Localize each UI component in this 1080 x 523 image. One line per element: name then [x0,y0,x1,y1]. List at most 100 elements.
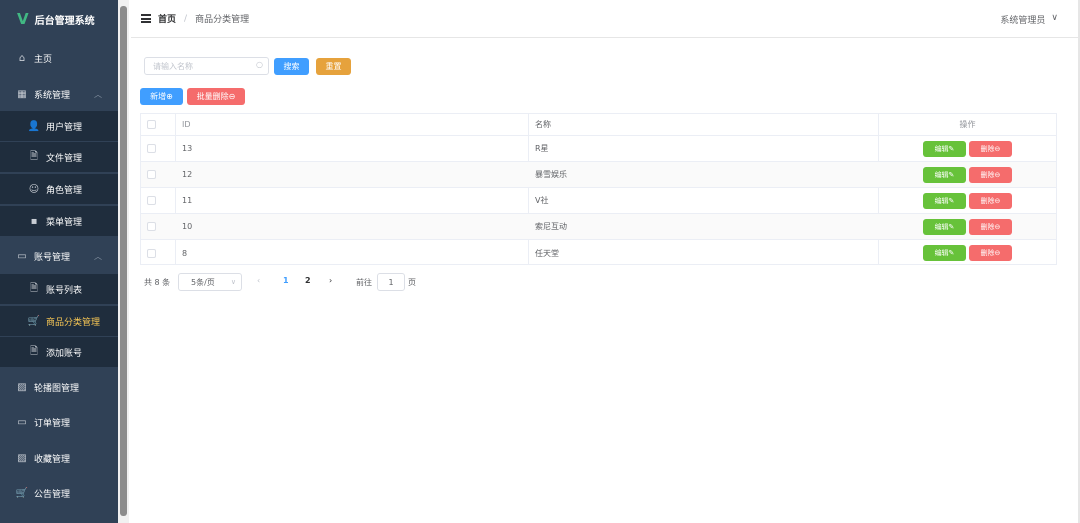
search-field[interactable]: ○ [144,57,269,75]
sidebar-item-label: 收藏管理 [34,454,71,465]
chevron-up-icon: ︿ [94,251,102,261]
header-ops: 操作 [959,120,976,129]
cell-name: R星 [535,144,549,153]
cell-id: 13 [182,144,193,153]
page-1-button[interactable]: 1 [283,276,289,285]
app-logo[interactable]: V 后台管理系统 [0,0,118,38]
sidebar-item-label: 订单管理 [34,418,71,429]
page-size-select[interactable]: 5条/页 ∨ [178,273,242,291]
table-row: 13 R星 编辑✎ 删除⊖ [141,136,1056,162]
add-document-icon: 🗎 [29,345,39,357]
sidebar-item-label: 账号管理 [34,252,71,263]
breadcrumb-current: 商品分类管理 [195,15,250,25]
chevron-down-icon: ∨ [1051,13,1058,23]
cell-id: 12 [182,170,193,179]
sidebar-item-label: 商品分类管理 [46,317,101,328]
row-checkbox[interactable] [147,144,156,153]
delete-button[interactable]: 删除⊖ [969,140,1012,157]
table-row: 12 暴雪娱乐 编辑✎ 删除⊖ [141,162,1056,188]
sidebar-item-notices[interactable]: 🛒 公告管理 [0,478,118,508]
sidebar-item-label: 添加账号 [46,348,83,359]
search-icon: ○ [256,60,263,69]
cell-name: V社 [535,196,549,205]
goto-page-input[interactable] [377,273,405,291]
bag-icon: ▭ [17,416,27,428]
select-all-checkbox[interactable] [147,120,156,129]
sidebar-item-home[interactable]: ⌂ 主页 [0,43,118,73]
cart-icon: 🛒 [15,487,29,499]
cell-name: 任天堂 [535,248,559,258]
sidebar-item-label: 文件管理 [46,153,83,164]
sidebar-item-roles[interactable]: ☺ 角色管理 [0,174,118,204]
sidebar-item-carousel[interactable]: ▨ 轮播图管理 [0,372,118,402]
cell-id: 10 [182,222,193,231]
category-table: ID 名称 操作 13 R星 编辑✎ 删除⊖ 12 暴雪娱乐 编辑✎ 删除⊖ 1… [140,113,1057,265]
edit-button[interactable]: 编辑✎ [923,218,966,235]
page-2-button[interactable]: 2 [305,276,311,285]
sidebar-item-system[interactable]: ▦ 系统管理 ︿ [0,79,118,109]
briefcase-icon: ▭ [17,250,27,262]
cell-name: 索尼互动 [535,222,567,231]
sidebar-item-orders[interactable]: ▭ 订单管理 [0,407,118,437]
chevron-down-icon: ∨ [230,278,236,286]
sidebar-scrollbar[interactable] [118,0,129,523]
grid-icon: ▦ [17,88,27,100]
list-icon: 🗎 [29,282,39,294]
delete-button[interactable]: 删除⊖ [969,192,1012,209]
document-icon: 🗎 [29,150,39,162]
breadcrumb: 首页 / 商品分类管理 [158,12,250,26]
sidebar-item-label: 系统管理 [34,90,71,101]
home-icon: ⌂ [18,52,26,64]
user-icon: 👤 [27,120,41,132]
sidebar-item-label: 公告管理 [34,489,71,500]
edit-button[interactable]: 编辑✎ [923,166,966,183]
batch-delete-button[interactable]: 批量删除⊖ [187,88,245,105]
cell-id: 11 [182,196,193,205]
goto-label: 前往 [356,278,372,287]
user-name: 系统管理员 [1000,16,1046,26]
sidebar-item-favorites[interactable]: ▨ 收藏管理 [0,443,118,473]
app-title: 后台管理系统 [34,15,95,27]
row-checkbox[interactable] [147,222,156,231]
row-checkbox[interactable] [147,248,156,258]
cart-icon: 🛒 [27,315,41,327]
sidebar-item-label: 账号列表 [46,285,83,296]
row-checkbox[interactable] [147,196,156,205]
user-dropdown[interactable]: 系统管理员 ∨ [1000,13,1058,26]
delete-button[interactable]: 删除⊖ [969,218,1012,235]
pagination-total: 共 8 条 [144,278,171,287]
sidebar-item-menus[interactable]: ▪ 菜单管理 [0,206,118,236]
sidebar: V 后台管理系统 ⌂ 主页 ▦ 系统管理 ︿ 👤 用户管理 🗎 文件管理 ☺ 角… [0,0,118,523]
hamburger-menu-icon[interactable] [141,14,151,23]
row-checkbox[interactable] [147,170,156,179]
sidebar-item-label: 菜单管理 [46,217,83,228]
search-input[interactable] [145,58,250,74]
reset-button[interactable]: 重置 [316,58,351,75]
edit-button[interactable]: 编辑✎ [923,245,966,261]
breadcrumb-home[interactable]: 首页 [158,12,176,25]
search-button[interactable]: 搜索 [274,58,309,75]
table-row: 11 V社 编辑✎ 删除⊖ [141,188,1056,214]
delete-button[interactable]: 删除⊖ [969,245,1012,261]
picture-icon: ▨ [17,381,27,393]
delete-button[interactable]: 删除⊖ [969,166,1012,183]
header-name: 名称 [535,120,551,129]
add-button[interactable]: 新增⊕ [140,88,183,105]
top-header: 首页 / 商品分类管理 系统管理员 ∨ [131,0,1080,38]
scrollbar-thumb[interactable] [120,6,127,516]
sidebar-item-account-list[interactable]: 🗎 账号列表 [0,274,118,304]
sidebar-item-add-account[interactable]: 🗎 添加账号 [0,337,118,367]
sidebar-item-category[interactable]: 🛒 商品分类管理 [0,306,118,336]
prev-page-button[interactable]: ‹ [257,276,260,285]
picture-icon: ▨ [17,452,27,464]
sidebar-item-label: 用户管理 [46,122,83,133]
sidebar-item-accounts[interactable]: ▭ 账号管理 ︿ [0,241,118,271]
edit-button[interactable]: 编辑✎ [923,140,966,157]
vue-logo-icon: V [17,10,29,28]
next-page-button[interactable]: › [329,276,332,285]
sidebar-item-files[interactable]: 🗎 文件管理 [0,142,118,172]
sidebar-item-label: 轮播图管理 [34,383,80,394]
sidebar-item-users[interactable]: 👤 用户管理 [0,111,118,141]
sidebar-item-label: 角色管理 [46,185,83,196]
edit-button[interactable]: 编辑✎ [923,192,966,209]
